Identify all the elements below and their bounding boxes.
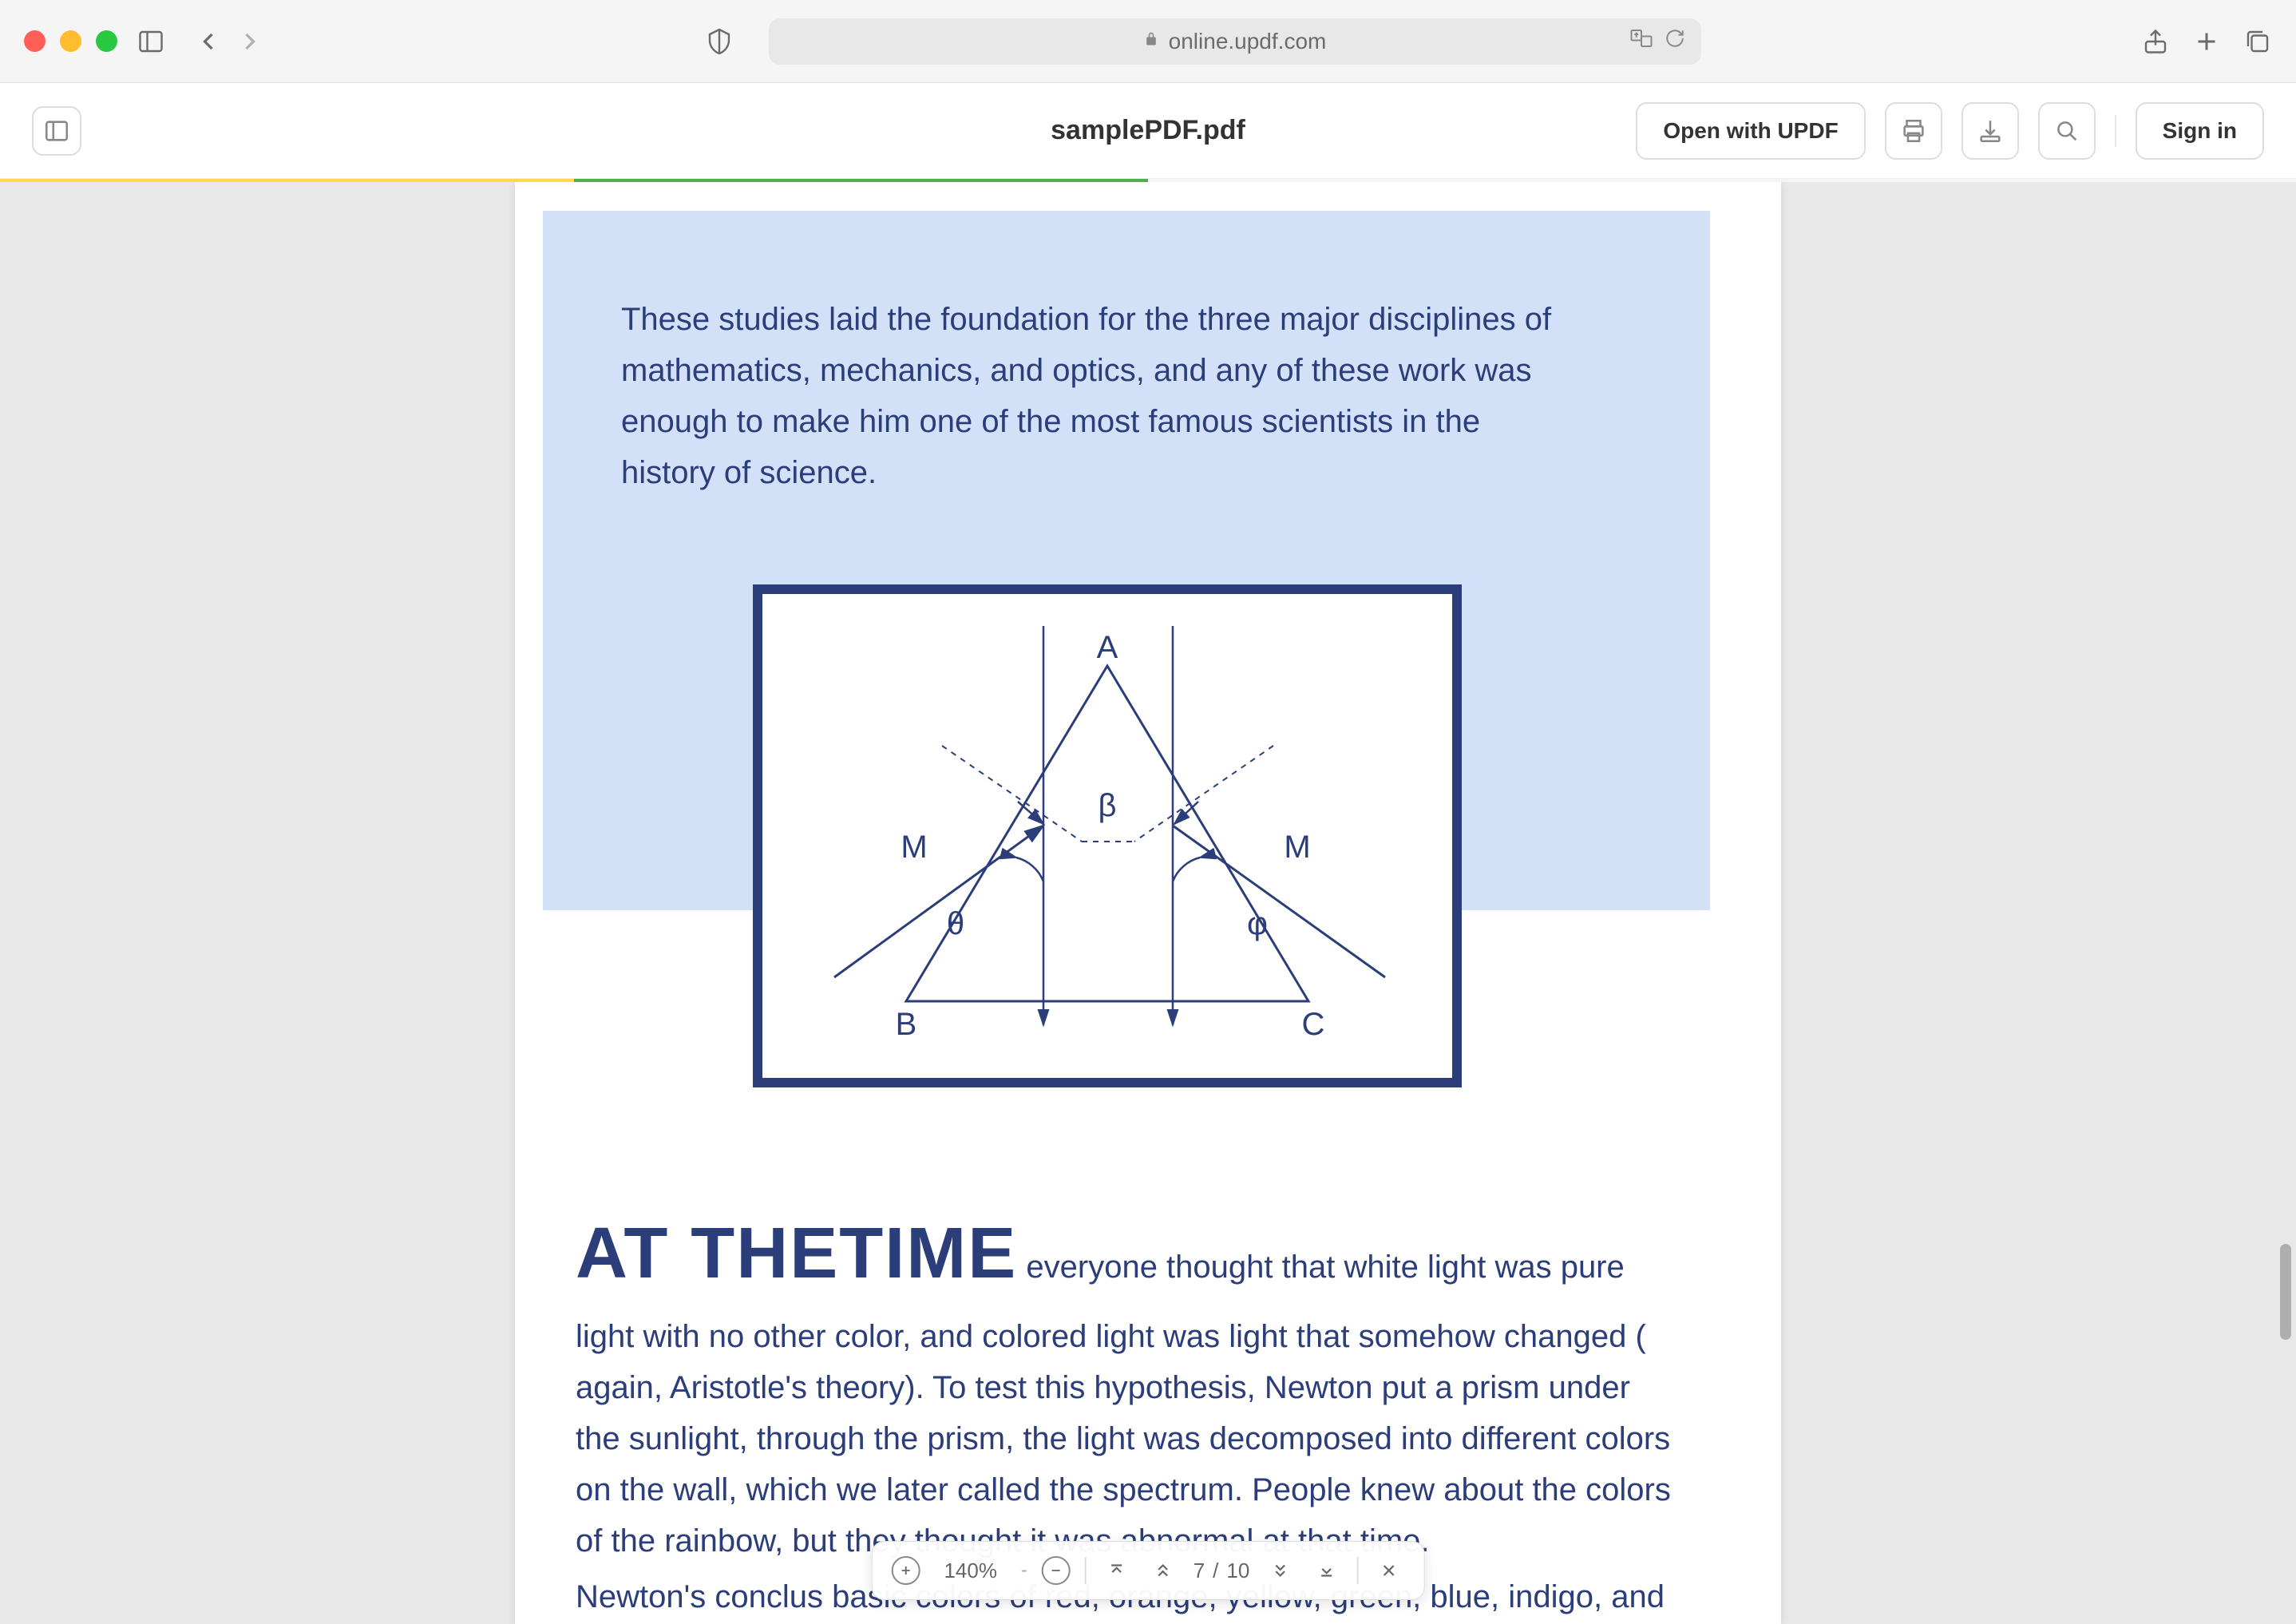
total-pages: 10 bbox=[1226, 1559, 1249, 1583]
reload-icon[interactable] bbox=[1665, 28, 1685, 54]
label-phi: φ bbox=[1247, 906, 1268, 941]
zoom-out-button[interactable] bbox=[1042, 1556, 1071, 1585]
app-toolbar: samplePDF.pdf Open with UPDF Sign in bbox=[0, 83, 2296, 179]
label-B: B bbox=[896, 1007, 917, 1042]
scrollbar-thumb[interactable] bbox=[2280, 1244, 2291, 1340]
last-page-button[interactable] bbox=[1310, 1555, 1342, 1586]
body-paragraph-1: everyone thought that white light was pu… bbox=[576, 1250, 1671, 1559]
window-controls bbox=[24, 30, 117, 52]
label-A: A bbox=[1097, 630, 1118, 665]
current-page: 7 bbox=[1194, 1559, 1205, 1583]
pdf-page: These studies laid the foundation for th… bbox=[515, 182, 1781, 1624]
download-button[interactable] bbox=[1961, 102, 2019, 160]
sign-in-button[interactable]: Sign in bbox=[2136, 102, 2264, 160]
next-page-button[interactable] bbox=[1264, 1555, 1296, 1586]
label-beta: β bbox=[1098, 788, 1116, 823]
sidebar-icon[interactable] bbox=[137, 27, 165, 56]
label-M-left: M bbox=[901, 830, 927, 865]
browser-chrome: online.updf.com bbox=[0, 0, 2296, 83]
label-C: C bbox=[1302, 1007, 1325, 1042]
prev-page-button[interactable] bbox=[1147, 1555, 1179, 1586]
zoom-in-button[interactable] bbox=[892, 1556, 920, 1585]
share-icon[interactable] bbox=[2141, 27, 2170, 56]
close-window-button[interactable] bbox=[24, 30, 46, 52]
label-M-right: M bbox=[1284, 830, 1310, 865]
shield-icon[interactable] bbox=[705, 27, 734, 56]
prism-svg: A B C M M β θ φ bbox=[762, 594, 1452, 1078]
prism-diagram: A B C M M β θ φ bbox=[753, 584, 1462, 1087]
new-tab-icon[interactable] bbox=[2192, 27, 2221, 56]
print-button[interactable] bbox=[1885, 102, 1942, 160]
translate-icon[interactable] bbox=[1629, 26, 1653, 56]
tabs-icon[interactable] bbox=[2243, 27, 2272, 56]
zoom-level: 140% bbox=[935, 1559, 1007, 1583]
back-button[interactable] bbox=[194, 27, 223, 56]
label-theta: θ bbox=[947, 906, 964, 941]
url-text: online.updf.com bbox=[1169, 29, 1327, 54]
page-separator: / bbox=[1213, 1559, 1218, 1583]
zoom-dash: - bbox=[1021, 1559, 1027, 1582]
forward-button[interactable] bbox=[236, 27, 264, 56]
panel-toggle-button[interactable] bbox=[32, 106, 81, 156]
first-page-button[interactable] bbox=[1101, 1555, 1133, 1586]
section-heading: AT THETIME bbox=[576, 1214, 1017, 1293]
page-indicator[interactable]: 7 / 10 bbox=[1194, 1559, 1250, 1583]
address-bar[interactable]: online.updf.com bbox=[769, 18, 1701, 65]
callout-text: These studies laid the foundation for th… bbox=[621, 294, 1579, 498]
nav-arrows bbox=[194, 27, 264, 56]
divider bbox=[1356, 1557, 1358, 1584]
zoom-page-toolbar: 140% - 7 / 10 bbox=[872, 1541, 1425, 1600]
lock-icon bbox=[1143, 31, 1159, 52]
minimize-window-button[interactable] bbox=[60, 30, 81, 52]
close-toolbar-button[interactable] bbox=[1372, 1555, 1404, 1586]
divider bbox=[2115, 115, 2116, 147]
open-with-updf-button[interactable]: Open with UPDF bbox=[1636, 102, 1865, 160]
document-viewport[interactable]: These studies laid the foundation for th… bbox=[0, 182, 2296, 1624]
maximize-window-button[interactable] bbox=[96, 30, 117, 52]
document-title: samplePDF.pdf bbox=[1051, 115, 1245, 146]
search-button[interactable] bbox=[2038, 102, 2096, 160]
divider bbox=[1085, 1557, 1087, 1584]
